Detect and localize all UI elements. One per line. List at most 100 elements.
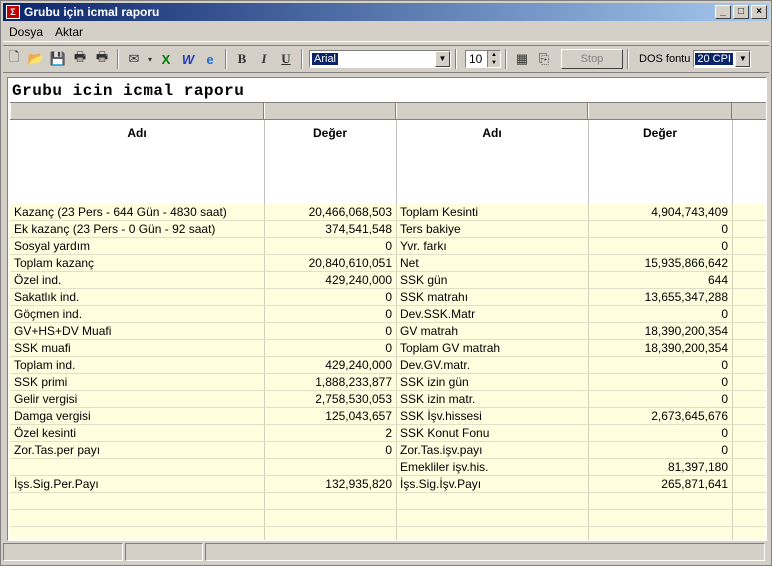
row-value-1: 429,240,000 [325, 358, 392, 372]
table-row[interactable]: Göçmen ind. 0 Dev.SSK.Matr 0 [10, 306, 766, 323]
open-folder-icon[interactable]: 📂 [25, 48, 47, 70]
menu-bar: Dosya Aktar [3, 23, 769, 42]
row-name-1: Sosyal yardım [14, 239, 91, 253]
toolbar-separator [455, 49, 457, 69]
table-row[interactable]: Toplam ind. 429,240,000 Dev.GV.matr. 0 [10, 357, 766, 374]
column-headers: Adı Değer Adı Değer [10, 120, 766, 205]
report-area[interactable]: Grubu icin icmal raporu Adı Değer Adı De… [7, 77, 767, 541]
row-name-2: Dev.SSK.Matr [400, 307, 476, 321]
dos-font-select[interactable]: 20 CPI ▼ [693, 50, 752, 68]
table-row[interactable]: Toplam kazanç 20,840,610,051 Net 15,935,866… [10, 255, 766, 272]
row-value-1: 20,466,068,503 [308, 205, 392, 219]
stop-button[interactable]: Stop [561, 49, 623, 69]
chevron-down-icon[interactable]: ▼ [735, 51, 751, 67]
word-icon[interactable]: W [177, 48, 199, 70]
grid-icon[interactable]: ▦ [511, 48, 533, 70]
table-row[interactable]: Özel kesinti 2 SSK Konut Fonu 0 [10, 425, 766, 442]
row-name-2: Ters bakiye [400, 222, 461, 236]
col-header-name-2: Adı [482, 126, 502, 140]
row-value-1: 0 [385, 307, 392, 321]
row-value-2: 265,871,641 [661, 477, 728, 491]
row-name-1: Özel kesinti [14, 426, 77, 440]
italic-icon[interactable]: I [253, 48, 275, 70]
print-preview-icon[interactable]: 🖶 [91, 48, 113, 70]
table-row[interactable]: İşs.Sig.Per.Payı 132,935,820 İşs.Sig.İşv.P… [10, 476, 766, 493]
row-name-2 [400, 493, 584, 509]
table-row[interactable]: Sakatlık ind. 0 SSK matrahı 13,655,347,288 [10, 289, 766, 306]
save-icon[interactable]: 💾 [47, 48, 69, 70]
row-name-1 [14, 527, 260, 540]
row-value-2: 4,904,743,409 [651, 205, 728, 219]
menu-dosya[interactable]: Dosya [3, 25, 49, 39]
row-value-1 [264, 527, 392, 540]
title-bar[interactable]: Σ Grubu için icmal raporu _ □ × [3, 3, 769, 21]
bold-icon[interactable]: B [231, 48, 253, 70]
print-icon[interactable]: 🖶 [69, 48, 91, 70]
table-row[interactable]: Kazanç (23 Pers - 644 Gün - 4830 saat) 20… [10, 204, 766, 221]
table-row[interactable]: Gelir vergisi 2,758,530,053 SSK izin matr.… [10, 391, 766, 408]
row-value-2: 0 [721, 375, 728, 389]
table-row[interactable]: Ek kazanç (23 Pers - 0 Gün - 92 saat) 374… [10, 221, 766, 238]
table-row[interactable]: Zor.Tas.per payı 0 Zor.Tas.işv.payı 0 [10, 442, 766, 459]
maximize-button[interactable]: □ [733, 5, 749, 19]
underline-icon[interactable]: U [275, 48, 297, 70]
app-window: Σ Grubu için icmal raporu _ □ × Dosya Ak… [0, 0, 772, 566]
header-cell[interactable] [264, 103, 396, 119]
row-value-1: 0 [385, 324, 392, 338]
close-button[interactable]: × [751, 5, 767, 19]
table-row[interactable] [10, 510, 766, 527]
col-header-value-2: Değer [642, 126, 677, 140]
header-cell[interactable] [588, 103, 732, 119]
font-size-stepper[interactable]: 10 ▲ ▼ [465, 50, 501, 68]
table-row[interactable]: Damga vergisi 125,043,657 SSK İşv.hissesi 2… [10, 408, 766, 425]
row-name-1 [14, 493, 260, 509]
export-icon[interactable]: ⎘ [533, 48, 555, 70]
table-row[interactable] [10, 493, 766, 510]
row-value-1: 0 [385, 239, 392, 253]
spinner-icon[interactable]: ▲ ▼ [487, 51, 500, 67]
header-cell[interactable] [10, 103, 264, 119]
row-value-2: 0 [721, 443, 728, 457]
row-value-2: 81,397,180 [667, 460, 728, 474]
toolbar-separator [225, 49, 227, 69]
email-icon[interactable]: ✉ [123, 48, 145, 70]
email-dropdown-icon[interactable]: ▾ [145, 48, 155, 70]
row-name-1: Ek kazanç (23 Pers - 0 Gün - 92 saat) [14, 222, 216, 236]
new-document-icon[interactable]: 🗋 [3, 48, 25, 70]
table-row[interactable]: SSK muafi 0 Toplam GV matrah 18,390,200,354 [10, 340, 766, 357]
row-value-1: 1,888,233,877 [315, 375, 392, 389]
row-value-2: 0 [721, 222, 728, 236]
report-app-icon[interactable]: Σ [6, 5, 20, 19]
excel-icon[interactable]: X [155, 48, 177, 70]
toolbar-separator [627, 49, 629, 69]
minimize-button[interactable]: _ [715, 5, 731, 19]
chevron-down-icon[interactable]: ▼ [435, 51, 450, 67]
table-row[interactable]: Emekliler işv.his. 81,397,180 [10, 459, 766, 476]
table-row[interactable]: GV+HS+DV Muafi 0 GV matrah 18,390,200,354 [10, 323, 766, 340]
menu-aktar[interactable]: Aktar [49, 25, 89, 39]
table-row[interactable]: Özel ind. 429,240,000 SSK gün 644 [10, 272, 766, 289]
row-name-2 [400, 527, 584, 540]
status-bar [3, 543, 769, 563]
row-name-2: Yvr. farkı [400, 239, 447, 253]
browser-icon[interactable]: e [199, 48, 221, 70]
table-row[interactable]: SSK primi 1,888,233,877 SSK izin gün 0 [10, 374, 766, 391]
font-select[interactable]: Arial ▼ [309, 50, 451, 68]
table-row[interactable]: Sosyal yardım 0 Yvr. farkı 0 [10, 238, 766, 255]
row-value-2: 0 [721, 392, 728, 406]
row-name-1: Özel ind. [14, 273, 62, 287]
column-resize-strip [10, 102, 766, 120]
row-name-1 [14, 510, 260, 526]
row-name-1: Göçmen ind. [14, 307, 83, 321]
report-title: Grubu icin icmal raporu [12, 82, 245, 100]
table-row[interactable] [10, 527, 766, 540]
row-name-2: Dev.GV.matr. [400, 358, 471, 372]
row-value-1 [264, 510, 392, 526]
row-value-2: 13,655,347,288 [644, 290, 728, 304]
row-name-2: SSK izin matr. [400, 392, 476, 406]
row-name-1: Sakatlık ind. [14, 290, 80, 304]
status-panel [3, 543, 123, 561]
row-value-2 [588, 527, 728, 540]
header-cell[interactable] [396, 103, 588, 119]
col-header-name-1: Adı [127, 126, 147, 140]
